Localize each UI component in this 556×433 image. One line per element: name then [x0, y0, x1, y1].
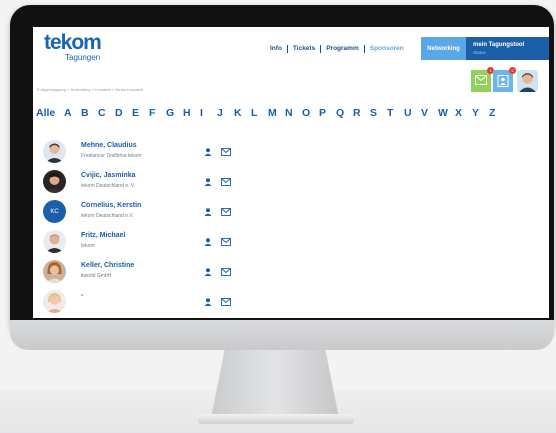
nav-sponsoren[interactable]: Sponsoren [363, 45, 409, 53]
avatar[interactable] [43, 260, 66, 283]
person-icon[interactable] [204, 268, 212, 276]
mail-icon[interactable] [221, 148, 231, 156]
letter-g[interactable]: G [166, 107, 183, 119]
logo-subtitle: Tagungen [65, 53, 101, 62]
letter-j[interactable]: J [217, 107, 234, 119]
user-avatar[interactable] [517, 70, 538, 92]
letter-x[interactable]: X [455, 107, 472, 119]
letter-s[interactable]: S [370, 107, 387, 119]
nav-info[interactable]: Info [265, 45, 287, 53]
contact-organization: tekom Deutschland e. V. [81, 183, 136, 189]
letter-all[interactable]: Alle [36, 107, 64, 119]
contacts-button[interactable]: 2 [493, 67, 516, 92]
contact-name[interactable]: Mehne, Claudius [81, 142, 137, 149]
contact-row: - [33, 289, 549, 318]
contact-name[interactable]: Cvijic, Jasminka [81, 172, 135, 179]
mail-icon[interactable] [221, 238, 231, 246]
envelope-icon [475, 75, 487, 85]
monitor-stand [210, 350, 340, 420]
letter-k[interactable]: K [234, 107, 251, 119]
letter-l[interactable]: L [251, 107, 268, 119]
contact-row: Cvijic, Jasminka tekom Deutschland e. V. [33, 169, 549, 199]
contact-row: KC Cornelius, Kerstin tekom Deutschland … [33, 199, 549, 229]
tab-mein-tagungstool[interactable]: mein Tagungstool Status [466, 37, 549, 60]
breadcrumb[interactable]: Frühjahrstagung » Networking » Kontakte … [37, 87, 143, 92]
letter-i[interactable]: I [200, 107, 217, 119]
letter-h[interactable]: H [183, 107, 200, 119]
letter-e[interactable]: E [132, 107, 149, 119]
letter-c[interactable]: C [98, 107, 115, 119]
monitor-stand-base [198, 414, 354, 424]
letter-q[interactable]: Q [336, 107, 353, 119]
letter-u[interactable]: U [404, 107, 421, 119]
letter-t[interactable]: T [387, 107, 404, 119]
letter-v[interactable]: V [421, 107, 438, 119]
contact-row: Fritz, Michael tekom [33, 229, 549, 259]
tab-networking[interactable]: Networking [421, 37, 466, 60]
avatar[interactable]: KC [43, 200, 66, 223]
letter-f[interactable]: F [149, 107, 166, 119]
contact-organization: itworld GmbH [81, 273, 112, 279]
person-icon[interactable] [204, 298, 212, 306]
logo[interactable]: tekom Tagungen [44, 31, 114, 62]
letter-b[interactable]: B [81, 107, 98, 119]
tab-tool-subtitle: Status [473, 50, 486, 55]
nav-programm[interactable]: Programm [320, 45, 364, 53]
contact-organization: Freelancer Testfirma tekom [81, 153, 142, 159]
letter-n[interactable]: N [285, 107, 302, 119]
mail-icon[interactable] [221, 178, 231, 186]
letter-o[interactable]: O [302, 107, 319, 119]
messages-button[interactable]: 1 [471, 67, 494, 92]
contacts-badge: 2 [509, 67, 516, 74]
monitor-chin [10, 320, 554, 350]
person-icon[interactable] [204, 178, 212, 186]
contact-name[interactable]: Keller, Christine [81, 262, 134, 269]
letter-w[interactable]: W [438, 107, 455, 119]
letter-p[interactable]: P [319, 107, 336, 119]
contact-name[interactable]: Fritz, Michael [81, 232, 125, 239]
mail-icon[interactable] [221, 298, 231, 306]
alphabet-filter: Alle A B C D E F G H I J K L M N O P Q R… [36, 107, 506, 119]
letter-d[interactable]: D [115, 107, 132, 119]
contact-organization: tekom [81, 243, 95, 249]
avatar[interactable] [43, 290, 66, 313]
letter-m[interactable]: M [268, 107, 285, 119]
avatar[interactable] [43, 170, 66, 193]
person-icon[interactable] [204, 238, 212, 246]
letter-a[interactable]: A [64, 107, 81, 119]
person-icon[interactable] [204, 208, 212, 216]
letter-r[interactable]: R [353, 107, 370, 119]
main-nav: Info Tickets Programm Sponsoren [265, 45, 409, 53]
logo-wordmark: tekom [44, 31, 102, 54]
contact-name[interactable]: - [81, 292, 83, 299]
contact-row: Keller, Christine itworld GmbH [33, 259, 549, 289]
contact-row: Mehne, Claudius Freelancer Testfirma tek… [33, 139, 549, 169]
contact-organization: tekom Deutschland e.V. [81, 213, 134, 219]
contact-name[interactable]: Cornelius, Kerstin [81, 202, 141, 209]
avatar[interactable] [43, 140, 66, 163]
letter-y[interactable]: Y [472, 107, 489, 119]
person-icon[interactable] [204, 148, 212, 156]
screen: tekom Tagungen Info Tickets Programm Spo… [33, 27, 549, 318]
tab-tool-title: mein Tagungstool [473, 42, 525, 48]
letter-z[interactable]: Z [489, 107, 506, 119]
mail-icon[interactable] [221, 208, 231, 216]
nav-tickets[interactable]: Tickets [286, 45, 320, 53]
avatar[interactable] [43, 230, 66, 253]
mail-icon[interactable] [221, 268, 231, 276]
address-book-icon [497, 75, 509, 87]
